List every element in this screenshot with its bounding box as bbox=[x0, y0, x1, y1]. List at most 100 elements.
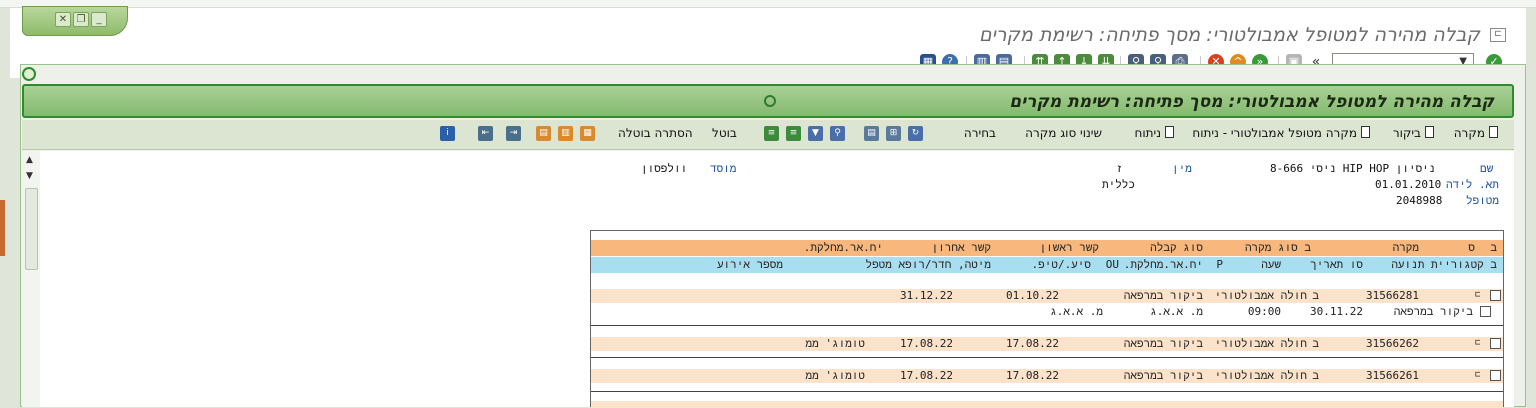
expand-icon[interactable]: ⊏ bbox=[1475, 371, 1487, 380]
column-header[interactable]: OU bbox=[1106, 258, 1119, 271]
side-panel-handle[interactable] bbox=[0, 200, 5, 256]
document-icon bbox=[1165, 126, 1174, 138]
cases-table: ב ס מקרה ב סוג מקרה סוג קבלה קשר ראשון ק… bbox=[590, 230, 1504, 408]
document-icon bbox=[1361, 126, 1370, 138]
expand-icon[interactable]: ⊏ bbox=[1475, 291, 1487, 300]
case-type-code: ב bbox=[1312, 337, 1319, 350]
column-header[interactable]: סיע./טיפ. bbox=[1032, 258, 1091, 272]
column-header[interactable]: מספר אירוע bbox=[717, 258, 783, 272]
hide-cancelled-button[interactable]: הסתרה בוטלה bbox=[618, 126, 693, 144]
dob-label: תא. לידה bbox=[1446, 178, 1499, 191]
display-icon[interactable]: ▤ bbox=[864, 126, 879, 141]
column-header[interactable]: סו תאריך bbox=[1310, 258, 1363, 272]
table-header-row-1: ב ס מקרה ב סוג מקרה סוג קבלה קשר ראשון ק… bbox=[591, 240, 1503, 256]
patient-number: 2048988 bbox=[1396, 194, 1443, 207]
scroll-up-icon[interactable]: ▲ bbox=[26, 155, 33, 165]
row-checkbox[interactable] bbox=[1490, 338, 1501, 349]
document-icon bbox=[1425, 126, 1434, 138]
last-contact: 31.12.22 bbox=[900, 289, 953, 302]
visit-button[interactable]: ביקור bbox=[1393, 126, 1434, 144]
table-sub-row[interactable]: ביקור במרפאה 30.11.22 09:00 מ. א.א.ג מ. … bbox=[591, 305, 1503, 319]
last-contact: 17.08.22 bbox=[900, 337, 953, 350]
grid-layout-icon[interactable]: ▦ bbox=[580, 126, 595, 141]
column-header[interactable]: P bbox=[1216, 258, 1223, 271]
table-header-row-2: ב קטגוריית תנועה סו תאריך שעה P יח.אר.מח… bbox=[591, 257, 1503, 273]
movement-time: 09:00 bbox=[1247, 305, 1281, 318]
document-icon bbox=[1489, 126, 1498, 138]
target-icon bbox=[764, 95, 776, 107]
case-button[interactable]: מקרה bbox=[1454, 126, 1498, 144]
case-type: חולה אמבולטורי bbox=[1214, 369, 1307, 382]
first-contact: 17.08.22 bbox=[1006, 337, 1059, 350]
column-header[interactable]: סוג קבלה bbox=[1150, 241, 1203, 255]
row-checkbox[interactable] bbox=[1480, 306, 1491, 317]
sort-descending-icon[interactable]: ≡ bbox=[786, 126, 801, 141]
department: טומוג' ממ bbox=[805, 337, 865, 350]
gender-value: ז bbox=[1116, 162, 1123, 175]
column-header[interactable]: מקרה bbox=[1393, 241, 1419, 255]
row-separator bbox=[591, 357, 1503, 358]
info-icon[interactable]: i bbox=[440, 126, 455, 141]
sort-ascending-icon[interactable]: ≡ bbox=[764, 126, 779, 141]
table-row[interactable]: ⊏ 31566261 ב חולה אמבולטורי ביקור במרפאה… bbox=[591, 369, 1503, 383]
case-number: 31566261 bbox=[1366, 369, 1419, 382]
scroll-down-icon[interactable]: ▼ bbox=[26, 171, 33, 181]
column-header[interactable]: ב קטגוריית תנועה bbox=[1391, 258, 1497, 272]
case-number: 31566281 bbox=[1366, 289, 1419, 302]
filter-icon[interactable]: ▼ bbox=[808, 126, 823, 141]
column-header[interactable]: מיטה, חדר/רופא מטפל bbox=[865, 258, 991, 272]
column-header[interactable]: קשר אחרון bbox=[932, 241, 991, 255]
column-header[interactable]: שעה bbox=[1261, 258, 1281, 272]
table-row[interactable]: ⊏ 31566281 ב חולה אמבולטורי ביקור במרפאה… bbox=[591, 289, 1503, 303]
search-icon[interactable]: ⚲ bbox=[830, 126, 845, 141]
details-icon[interactable]: ⊞ bbox=[886, 126, 901, 141]
admission-type: ביקור במרפאה bbox=[1123, 337, 1203, 350]
table-row[interactable]: ⊏ 31566262 ב חולה אמבולטורי ביקור במרפאה… bbox=[591, 337, 1503, 351]
row-checkbox[interactable] bbox=[1490, 290, 1501, 301]
column-header[interactable]: קשר ראשון bbox=[1040, 241, 1099, 255]
row-separator bbox=[591, 325, 1503, 326]
table-settings-icon[interactable]: ▤ bbox=[536, 126, 551, 141]
change-case-type-button[interactable]: שינוי סוג מקרה bbox=[1025, 126, 1102, 144]
case-type-code: ב bbox=[1312, 289, 1319, 302]
minimize-icon[interactable]: _ bbox=[91, 12, 107, 27]
row-separator bbox=[591, 391, 1503, 392]
refresh-icon[interactable]: ↻ bbox=[908, 126, 923, 141]
row-checkbox[interactable] bbox=[1490, 370, 1501, 381]
column-layout-icon[interactable]: ▥ bbox=[558, 126, 573, 141]
surgery-button[interactable]: ניתוח bbox=[1135, 126, 1174, 144]
expand-icon[interactable]: ⊏ bbox=[1475, 339, 1487, 348]
restore-icon[interactable]: ❐ bbox=[73, 12, 89, 27]
dob-value: 01.01.2010 bbox=[1375, 178, 1442, 191]
selection-button[interactable]: בחירה bbox=[964, 126, 996, 144]
gender-label: מין bbox=[1172, 162, 1192, 175]
institution-value: וולפסון bbox=[641, 162, 688, 175]
column-header[interactable]: יח.אר.מחלקת. bbox=[1124, 258, 1203, 272]
outpatient-surgery-case-button[interactable]: מקרה מטופל אמבולטורי - ניתוח bbox=[1192, 126, 1370, 144]
cancelled-button[interactable]: בוטל bbox=[712, 126, 737, 144]
export-icon[interactable]: ⇥ bbox=[506, 126, 521, 141]
close-icon[interactable]: ✕ bbox=[55, 12, 71, 27]
title-area: קבלה מהירה למטופל אמבולטורי: מסך פתיחה: … bbox=[10, 8, 1526, 48]
movement-category: ביקור במרפאה bbox=[1393, 305, 1473, 318]
case-type: חולה אמבולטורי bbox=[1214, 337, 1307, 350]
column-header[interactable]: ב סוג מקרה bbox=[1245, 241, 1311, 255]
scroll-thumb[interactable] bbox=[25, 188, 38, 270]
window-controls: ✕ ❐ _ bbox=[22, 6, 128, 36]
window-menu-icon[interactable]: ⊏ bbox=[1490, 28, 1506, 42]
department: טומוג' ממ bbox=[805, 369, 865, 382]
admission-type: ביקור במרפאה bbox=[1123, 289, 1203, 302]
patient-label: מטופל bbox=[1466, 194, 1500, 207]
column-header[interactable]: ס bbox=[1468, 241, 1475, 255]
column-header[interactable]: יח.אר.מחלקת. bbox=[804, 241, 883, 255]
name-label: שם bbox=[1480, 162, 1494, 175]
name-value: ניסיון HIP HOP ניסי 8-666 bbox=[1270, 162, 1436, 175]
screen-header: קבלה מהירה למטופל אמבולטורי: מסך פתיחה: … bbox=[22, 84, 1514, 118]
application-toolbar: מקרה ביקור מקרה מטופל אמבולטורי - ניתוח … bbox=[22, 120, 1514, 150]
window-title: קבלה מהירה למטופל אמבולטורי: מסך פתיחה: … bbox=[978, 24, 1480, 46]
frame-marker-icon bbox=[22, 67, 36, 81]
last-contact: 17.08.22 bbox=[900, 369, 953, 382]
insurance-value: כללית bbox=[1102, 178, 1136, 191]
column-header[interactable]: ב bbox=[1490, 241, 1497, 255]
import-icon[interactable]: ⇤ bbox=[478, 126, 493, 141]
